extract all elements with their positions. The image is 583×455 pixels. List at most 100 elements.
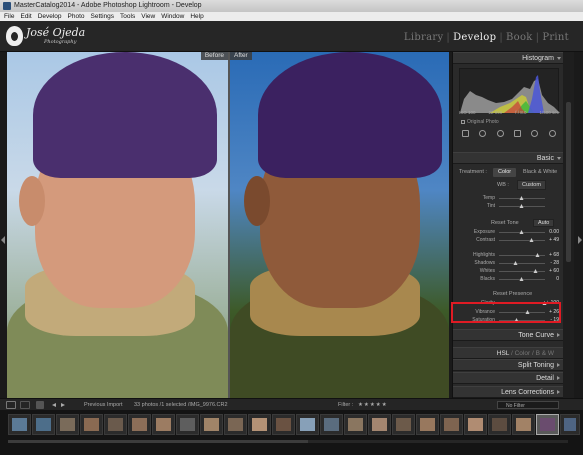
radial-filter-icon[interactable] bbox=[531, 129, 539, 137]
color-tab[interactable]: Color bbox=[515, 350, 531, 357]
filmstrip-thumbnail[interactable] bbox=[440, 414, 463, 435]
slider-blacks[interactable]: Blacks 0 bbox=[457, 276, 561, 283]
slider-knob[interactable] bbox=[533, 269, 538, 273]
filmstrip-thumbnail[interactable] bbox=[344, 414, 367, 435]
tone-curve-header[interactable]: Tone Curve bbox=[453, 329, 564, 341]
slider-value[interactable]: + 60 bbox=[549, 268, 559, 275]
filmstrip-thumbnail[interactable] bbox=[128, 414, 151, 435]
slider-value[interactable]: + 49 bbox=[549, 237, 559, 244]
filmstrip-thumbnail[interactable] bbox=[512, 414, 535, 435]
module-develop[interactable]: Develop bbox=[453, 32, 496, 43]
menu-file[interactable]: File bbox=[4, 12, 14, 21]
slider-contrast[interactable]: Contrast + 49 bbox=[457, 237, 561, 244]
grid-view-icon[interactable] bbox=[36, 401, 44, 409]
filmstrip-thumbnail[interactable] bbox=[296, 414, 319, 435]
menu-photo[interactable]: Photo bbox=[68, 12, 85, 21]
original-photo-toggle[interactable]: Original Photo bbox=[461, 119, 499, 125]
bw-tab[interactable]: B & W bbox=[536, 350, 554, 357]
previous-photo-icon[interactable] bbox=[52, 403, 56, 407]
filmstrip-thumbnail[interactable] bbox=[392, 414, 415, 435]
slider-value[interactable]: + 68 bbox=[549, 252, 559, 259]
right-panel-toggle-icon[interactable] bbox=[578, 236, 582, 244]
slider-value[interactable]: - 28 bbox=[550, 260, 559, 267]
lens-corrections-header[interactable]: Lens Corrections bbox=[453, 386, 564, 398]
slider-track[interactable] bbox=[499, 196, 545, 200]
slider-knob[interactable] bbox=[535, 253, 540, 257]
basic-header[interactable]: Basic bbox=[453, 152, 564, 164]
menu-tools[interactable]: Tools bbox=[120, 12, 135, 21]
reset-presence-button[interactable]: Reset Presence bbox=[493, 291, 532, 297]
slider-track[interactable] bbox=[499, 238, 545, 242]
detail-header[interactable]: Detail bbox=[453, 372, 564, 384]
filmstrip-thumbnail[interactable] bbox=[248, 414, 271, 435]
menu-settings[interactable]: Settings bbox=[91, 12, 115, 21]
auto-tone-button[interactable]: Auto bbox=[533, 219, 555, 227]
scrollbar-thumb[interactable] bbox=[566, 102, 571, 262]
filmstrip-thumbnail[interactable] bbox=[416, 414, 439, 435]
slider-track[interactable] bbox=[499, 269, 545, 273]
slider-knob[interactable] bbox=[519, 277, 524, 281]
treatment-color-button[interactable]: Color bbox=[493, 168, 517, 177]
filmstrip-scroll-thumb[interactable] bbox=[8, 440, 308, 443]
slider-knob[interactable] bbox=[519, 230, 524, 234]
slider-shadows[interactable]: Shadows - 28 bbox=[457, 260, 561, 267]
filmstrip-thumbnail[interactable] bbox=[368, 414, 391, 435]
hsl-header[interactable]: HSL / Color / B & W bbox=[453, 347, 564, 359]
next-photo-icon[interactable] bbox=[61, 403, 65, 407]
slider-temp[interactable]: Temp bbox=[457, 195, 561, 202]
slider-knob[interactable] bbox=[519, 196, 524, 200]
left-panel-toggle-icon[interactable] bbox=[1, 236, 5, 244]
menu-window[interactable]: Window bbox=[161, 12, 184, 21]
slider-track[interactable] bbox=[499, 277, 545, 281]
filmstrip-thumbnail[interactable] bbox=[272, 414, 295, 435]
menu-view[interactable]: View bbox=[141, 12, 155, 21]
wb-preset-select[interactable]: Custom bbox=[517, 180, 546, 190]
filmstrip-thumbnail[interactable] bbox=[32, 414, 55, 435]
filmstrip-thumbnail[interactable] bbox=[80, 414, 103, 435]
filmstrip-scrollbar[interactable] bbox=[8, 440, 568, 443]
filmstrip-thumbnail[interactable] bbox=[56, 414, 79, 435]
split-toning-header[interactable]: Split Toning bbox=[453, 359, 564, 371]
filmstrip-thumbnail[interactable] bbox=[176, 414, 199, 435]
filmstrip-thumbnail[interactable] bbox=[200, 414, 223, 435]
spot-removal-icon[interactable] bbox=[479, 129, 487, 137]
histogram[interactable] bbox=[459, 68, 560, 113]
slider-knob[interactable] bbox=[529, 238, 534, 242]
slider-whites[interactable]: Whites + 60 bbox=[457, 268, 561, 275]
filmstrip-thumbnail[interactable] bbox=[152, 414, 175, 435]
right-panel-scrollbar[interactable] bbox=[563, 52, 574, 398]
reset-tone-button[interactable]: Reset Tone bbox=[491, 220, 519, 226]
hsl-tab[interactable]: HSL bbox=[497, 350, 509, 357]
menu-edit[interactable]: Edit bbox=[20, 12, 31, 21]
filter-preset-select[interactable]: No Filter bbox=[497, 401, 559, 409]
filmstrip-thumbnail[interactable] bbox=[104, 414, 127, 435]
filmstrip-thumbnail[interactable] bbox=[8, 414, 31, 435]
slider-exposure[interactable]: Exposure 0.00 bbox=[457, 229, 561, 236]
slider-knob[interactable] bbox=[513, 261, 518, 265]
primary-display-icon[interactable] bbox=[6, 401, 16, 409]
filmstrip-thumbnail[interactable] bbox=[464, 414, 487, 435]
filmstrip-thumbnail[interactable] bbox=[488, 414, 511, 435]
slider-highlights[interactable]: Highlights + 68 bbox=[457, 252, 561, 259]
filmstrip-thumbnail[interactable] bbox=[320, 414, 343, 435]
checkbox-icon[interactable] bbox=[461, 119, 465, 124]
slider-track[interactable] bbox=[499, 261, 545, 265]
secondary-display-icon[interactable] bbox=[20, 401, 30, 409]
module-book[interactable]: Book bbox=[506, 32, 533, 43]
menu-help[interactable]: Help bbox=[190, 12, 203, 21]
treatment-bw-button[interactable]: Black & White bbox=[523, 168, 557, 177]
red-eye-icon[interactable] bbox=[496, 129, 504, 137]
filmstrip-thumbnail[interactable] bbox=[560, 414, 580, 435]
slider-value[interactable]: 0 bbox=[556, 276, 559, 283]
slider-track[interactable] bbox=[499, 253, 545, 257]
slider-track[interactable] bbox=[499, 230, 545, 234]
filmstrip-thumbnail-selected[interactable] bbox=[536, 414, 559, 435]
graduated-filter-icon[interactable] bbox=[514, 129, 522, 137]
module-library[interactable]: Library bbox=[404, 32, 444, 43]
slider-tint[interactable]: Tint bbox=[457, 203, 561, 210]
module-print[interactable]: Print bbox=[542, 32, 569, 43]
crop-tool-icon[interactable] bbox=[462, 129, 470, 137]
slider-knob[interactable] bbox=[519, 204, 524, 208]
slider-track[interactable] bbox=[499, 204, 545, 208]
adjustment-brush-icon[interactable] bbox=[548, 129, 556, 137]
